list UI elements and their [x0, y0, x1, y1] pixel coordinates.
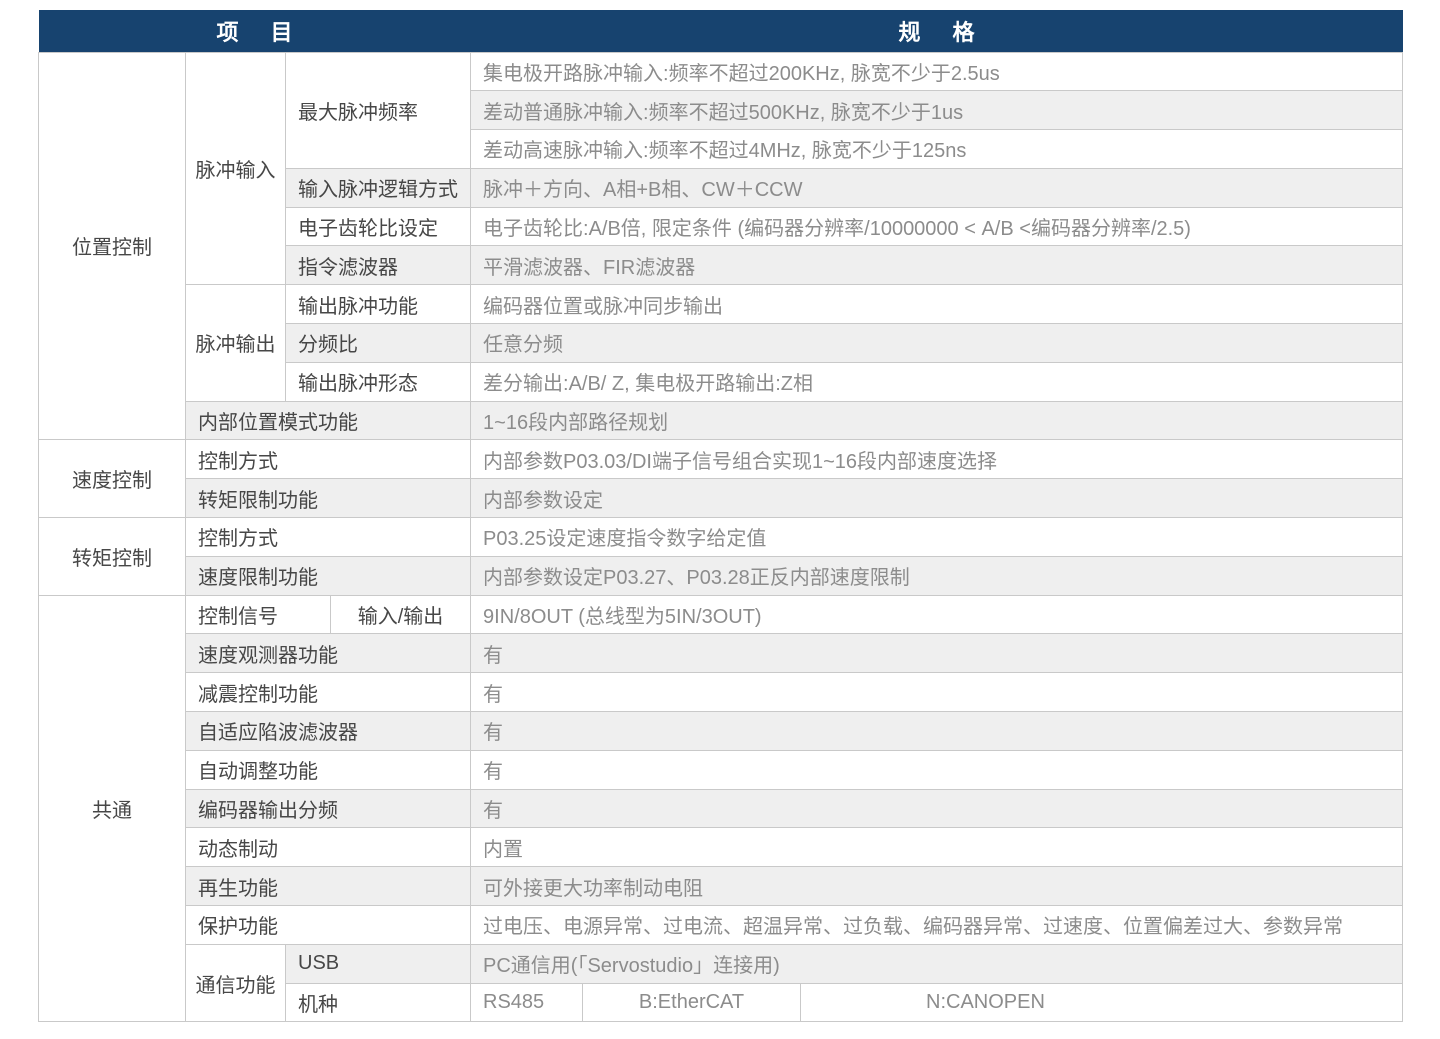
subgroup-cell-communication: 通信功能 [186, 944, 286, 1022]
item-label-control-signal: 控制信号 [186, 595, 331, 634]
spec-value-ethercat: B:EtherCAT [583, 983, 801, 1022]
spec-value-usb: PC通信用(「Servostudio」连接用) [471, 944, 1403, 983]
spec-value-regeneration: 可外接更大功率制动电阻 [471, 867, 1403, 906]
table-row: 自适应陷波滤波器 有 [39, 712, 1403, 751]
spec-value-control-signal: 9IN/8OUT (总线型为5IN/3OUT) [471, 595, 1403, 634]
item-label-dynamic-brake: 动态制动 [186, 828, 471, 867]
group-cell-position-control: 位置控制 [39, 52, 186, 440]
item-label-auto-tuning: 自动调整功能 [186, 750, 471, 789]
item-label-usb: USB [286, 944, 471, 983]
spec-value-speed-observer: 有 [471, 634, 1403, 673]
spec-value-torque-control-mode: P03.25设定速度指令数字给定值 [471, 518, 1403, 557]
spec-value-auto-tuning: 有 [471, 750, 1403, 789]
spec-value-encoder-output-division: 有 [471, 789, 1403, 828]
table-row: 编码器输出分频 有 [39, 789, 1403, 828]
table-row: 自动调整功能 有 [39, 750, 1403, 789]
subgroup-cell-pulse-output: 脉冲输出 [186, 285, 286, 401]
table-row: 速度控制 控制方式 内部参数P03.03/DI端子信号组合实现1~16段内部速度… [39, 440, 1403, 479]
item-label-io: 输入/输出 [331, 595, 471, 634]
spec-value-command-filter: 平滑滤波器、FIR滤波器 [471, 246, 1403, 285]
item-label-output-function: 输出脉冲功能 [286, 285, 471, 324]
item-label-speed-control-mode: 控制方式 [186, 440, 471, 479]
spec-value-protection: 过电压、电源异常、过电流、超温异常、过负载、编码器异常、过速度、位置偏差过大、参… [471, 906, 1403, 945]
spec-value-electronic-gear: 电子齿轮比:A/B倍, 限定条件 (编码器分辨率/10000000 < A/B … [471, 207, 1403, 246]
item-label-protection: 保护功能 [186, 906, 471, 945]
item-label-model: 机种 [286, 983, 471, 1022]
spec-value-damping-control: 有 [471, 673, 1403, 712]
item-label-adaptive-notch: 自适应陷波滤波器 [186, 712, 471, 751]
group-cell-torque-control: 转矩控制 [39, 518, 186, 596]
spec-value-dynamic-brake: 内置 [471, 828, 1403, 867]
header-item-column: 项目 [39, 10, 471, 52]
spec-table: 项目 规格 位置控制 脉冲输入 最大脉冲频率 集电极开路脉冲输入:频率不超过20… [38, 10, 1403, 1022]
item-label-torque-control-mode: 控制方式 [186, 518, 471, 557]
group-cell-common: 共通 [39, 595, 186, 1022]
group-cell-speed-control: 速度控制 [39, 440, 186, 518]
item-label-damping-control: 减震控制功能 [186, 673, 471, 712]
item-label-pulse-logic: 输入脉冲逻辑方式 [286, 168, 471, 207]
table-row: 减震控制功能 有 [39, 673, 1403, 712]
spec-value-torque-limit: 内部参数设定 [471, 479, 1403, 518]
spec-value-division-ratio: 任意分频 [471, 324, 1403, 363]
table-row: 转矩控制 控制方式 P03.25设定速度指令数字给定值 [39, 518, 1403, 557]
spec-value-rs485: RS485 [471, 983, 583, 1022]
spec-value-differential-high-speed: 差动高速脉冲输入:频率不超过4MHz, 脉宽不少于125ns [471, 130, 1403, 169]
spec-value-adaptive-notch: 有 [471, 712, 1403, 751]
header-spec-label: 规格 [899, 20, 1007, 45]
spec-value-output-function: 编码器位置或脉冲同步输出 [471, 285, 1403, 324]
table-row: 转矩限制功能 内部参数设定 [39, 479, 1403, 518]
item-label-internal-position-mode: 内部位置模式功能 [186, 401, 471, 440]
table-row: 共通 控制信号 输入/输出 9IN/8OUT (总线型为5IN/3OUT) [39, 595, 1403, 634]
subgroup-cell-pulse-input: 脉冲输入 [186, 52, 286, 285]
table-header-row: 项目 规格 [39, 10, 1403, 52]
item-label-encoder-output-division: 编码器输出分频 [186, 789, 471, 828]
item-label-command-filter: 指令滤波器 [286, 246, 471, 285]
item-label-regeneration: 再生功能 [186, 867, 471, 906]
header-item-label: 项目 [217, 20, 325, 45]
spec-value-internal-position-mode: 1~16段内部路径规划 [471, 401, 1403, 440]
table-row: 速度观测器功能 有 [39, 634, 1403, 673]
spec-value-open-collector: 集电极开路脉冲输入:频率不超过200KHz, 脉宽不少于2.5us [471, 52, 1403, 91]
item-label-max-pulse-freq: 最大脉冲频率 [286, 52, 471, 168]
item-label-speed-observer: 速度观测器功能 [186, 634, 471, 673]
spec-value-pulse-logic: 脉冲＋方向、A相+B相、CW＋CCW [471, 168, 1403, 207]
spec-value-differential-normal: 差动普通脉冲输入:频率不超过500KHz, 脉宽不少于1us [471, 91, 1403, 130]
item-label-speed-limit: 速度限制功能 [186, 556, 471, 595]
table-row: 动态制动 内置 [39, 828, 1403, 867]
header-spec-column: 规格 [471, 10, 1403, 52]
table-row: 再生功能 可外接更大功率制动电阻 [39, 867, 1403, 906]
item-label-electronic-gear: 电子齿轮比设定 [286, 207, 471, 246]
table-row: 内部位置模式功能 1~16段内部路径规划 [39, 401, 1403, 440]
table-row: 保护功能 过电压、电源异常、过电流、超温异常、过负载、编码器异常、过速度、位置偏… [39, 906, 1403, 945]
item-label-output-form: 输出脉冲形态 [286, 362, 471, 401]
spec-value-canopen: N:CANOPEN [801, 983, 1403, 1022]
table-row: 速度限制功能 内部参数设定P03.27、P03.28正反内部速度限制 [39, 556, 1403, 595]
table-row: 位置控制 脉冲输入 最大脉冲频率 集电极开路脉冲输入:频率不超过200KHz, … [39, 52, 1403, 91]
table-row: 脉冲输出 输出脉冲功能 编码器位置或脉冲同步输出 [39, 285, 1403, 324]
spec-value-speed-control-mode: 内部参数P03.03/DI端子信号组合实现1~16段内部速度选择 [471, 440, 1403, 479]
table-row: 通信功能 USB PC通信用(「Servostudio」连接用) [39, 944, 1403, 983]
spec-value-speed-limit: 内部参数设定P03.27、P03.28正反内部速度限制 [471, 556, 1403, 595]
item-label-torque-limit: 转矩限制功能 [186, 479, 471, 518]
item-label-division-ratio: 分频比 [286, 324, 471, 363]
spec-value-output-form: 差分输出:A/B/ Z, 集电极开路输出:Z相 [471, 362, 1403, 401]
